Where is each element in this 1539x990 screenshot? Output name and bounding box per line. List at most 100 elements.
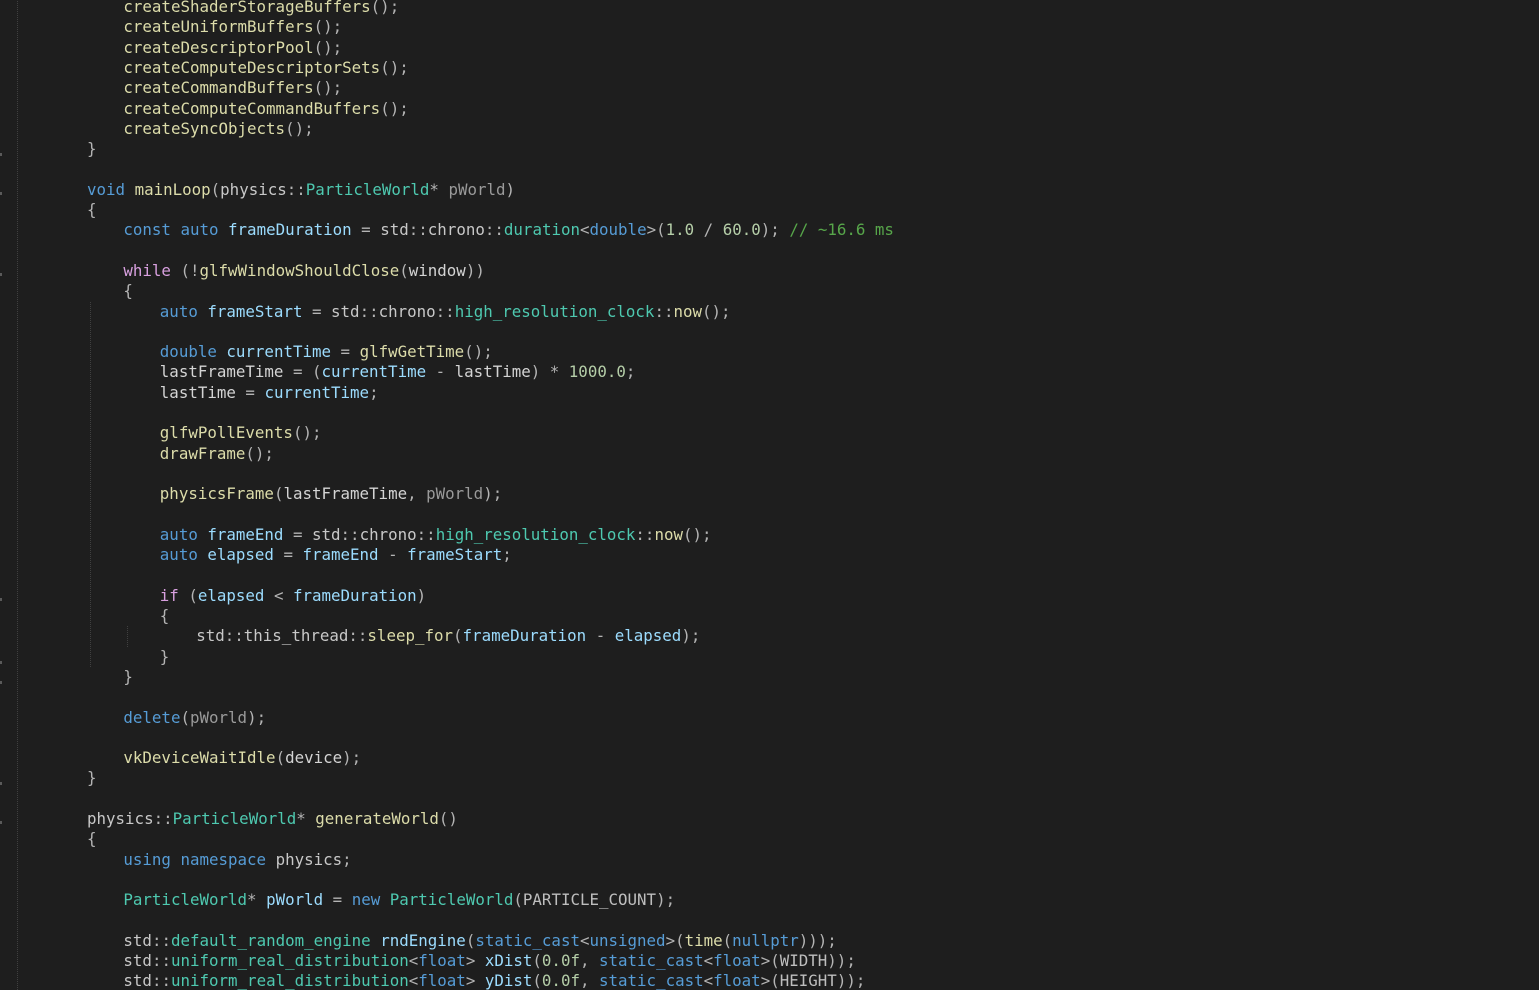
code-line[interactable]: } <box>123 667 133 687</box>
code-line[interactable]: physics::ParticleWorld* generateWorld() <box>87 809 458 829</box>
code-token: - <box>378 545 408 565</box>
code-token: < <box>408 951 419 971</box>
code-token: :: <box>151 971 171 990</box>
code-token: createCommandBuffers <box>123 78 314 98</box>
code-line[interactable]: createComputeCommandBuffers(); <box>123 99 408 119</box>
code-token: (); <box>285 118 314 138</box>
code-line[interactable]: createUniformBuffers(); <box>123 17 342 37</box>
code-token: rndEngine <box>380 930 466 950</box>
code-line[interactable]: if (elapsed < frameDuration) <box>160 586 426 606</box>
code-token: (); <box>313 78 343 98</box>
code-line[interactable]: { <box>87 200 97 220</box>
code-line[interactable]: } <box>87 139 97 159</box>
code-token: uniform_real_distribution <box>170 971 409 990</box>
code-token: ParticleWorld <box>305 179 430 199</box>
code-token: * <box>247 890 267 910</box>
code-token: yDist <box>484 971 533 990</box>
code-token: glfwGetTime <box>359 342 465 362</box>
code-token: - <box>586 626 615 646</box>
code-token: std <box>123 951 152 971</box>
code-token: } <box>87 768 97 788</box>
code-line[interactable]: drawFrame(); <box>160 444 274 464</box>
code-token: this_thread <box>243 626 349 646</box>
code-line[interactable]: createDescriptorPool(); <box>123 38 342 58</box>
code-token: = <box>273 545 303 565</box>
code-line[interactable]: createSyncObjects(); <box>123 119 313 139</box>
code-token: static_cast <box>599 951 704 971</box>
code-token: = <box>283 524 312 544</box>
code-token: lastFrameTime <box>159 362 284 382</box>
code-line[interactable]: double currentTime = glfwGetTime(); <box>160 342 493 362</box>
code-line[interactable]: createCommandBuffers(); <box>123 78 342 98</box>
code-line[interactable]: lastTime = currentTime; <box>160 383 379 403</box>
code-line[interactable]: using namespace physics; <box>123 850 351 870</box>
code-token: createComputeDescriptorSets <box>123 57 381 77</box>
code-line[interactable]: delete(pWorld); <box>123 708 266 728</box>
code-token: >( <box>665 930 685 950</box>
code-line[interactable]: void mainLoop(physics::ParticleWorld* pW… <box>87 180 515 200</box>
code-token: high_resolution_clock <box>435 524 636 544</box>
code-token: , <box>579 951 599 971</box>
code-token: pWorld <box>426 484 484 504</box>
code-token: ) <box>416 585 427 605</box>
code-line[interactable]: vkDeviceWaitIdle(device); <box>123 748 361 768</box>
code-token: >( <box>760 971 780 990</box>
code-line[interactable]: while (!glfwWindowShouldClose(window)) <box>123 261 484 281</box>
code-token: :: <box>484 220 504 240</box>
code-line[interactable]: std::this_thread::sleep_for(frameDuratio… <box>196 626 700 646</box>
code-line[interactable]: auto elapsed = frameEnd - frameStart; <box>160 545 512 565</box>
code-line[interactable]: physicsFrame(lastFrameTime, pWorld); <box>160 484 502 504</box>
code-line[interactable]: glfwPollEvents(); <box>160 423 322 443</box>
code-token: sleep_for <box>367 626 454 646</box>
code-token: frameDuration <box>462 626 587 646</box>
code-token: chrono <box>359 524 417 544</box>
code-token: WIDTH <box>779 951 828 971</box>
code-token: () <box>438 809 458 828</box>
code-token: ( <box>210 179 221 199</box>
code-line[interactable]: { <box>87 829 97 849</box>
code-token: 0.0f <box>541 951 580 971</box>
code-line[interactable]: auto frameStart = std::chrono::high_reso… <box>160 302 731 322</box>
code-line[interactable]: std::default_random_engine rndEngine(sta… <box>123 931 836 951</box>
code-token: ; <box>625 362 636 382</box>
code-line[interactable]: ParticleWorld* pWorld = new ParticleWorl… <box>123 890 675 910</box>
code-token: chrono <box>378 301 436 321</box>
code-line[interactable]: createShaderStorageBuffers(); <box>123 0 399 17</box>
code-line[interactable]: const auto frameDuration = std::chrono::… <box>123 220 894 240</box>
code-token: / <box>694 220 723 240</box>
code-token: (); <box>683 524 712 544</box>
code-token: double <box>589 220 647 240</box>
code-token: high_resolution_clock <box>454 301 655 321</box>
code-token: * <box>429 179 449 199</box>
code-token: ( <box>722 930 733 950</box>
code-line[interactable]: } <box>160 647 170 667</box>
code-token: } <box>159 646 170 666</box>
code-line[interactable]: createComputeDescriptorSets(); <box>123 58 408 78</box>
code-token: unsigned <box>589 930 666 950</box>
code-token: glfwPollEvents <box>159 423 293 443</box>
code-token: ( <box>532 971 542 990</box>
code-line[interactable]: std::uniform_real_distribution<float> xD… <box>123 951 855 971</box>
code-token: new <box>351 890 381 910</box>
code-line[interactable]: auto frameEnd = std::chrono::high_resolu… <box>160 525 712 545</box>
code-token: frameEnd <box>302 545 379 565</box>
code-token: 1000.0 <box>568 362 626 382</box>
code-editor[interactable]: createShaderStorageBuffers(); createUnifo… <box>0 0 1539 990</box>
code-token: :: <box>151 951 171 971</box>
code-token: std <box>196 626 225 646</box>
code-token: createDescriptorPool <box>123 37 314 57</box>
code-line[interactable]: std::uniform_real_distribution<float> yD… <box>123 971 865 990</box>
code-token: generateWorld <box>315 809 439 828</box>
code-line[interactable]: { <box>123 281 133 301</box>
code-token: :: <box>153 809 173 828</box>
code-line[interactable]: } <box>87 768 97 788</box>
code-line[interactable]: { <box>160 606 170 626</box>
code-line[interactable]: lastFrameTime = (currentTime - lastTime)… <box>160 362 636 382</box>
code-token: (); <box>380 98 409 118</box>
code-token: // ~16.6 ms <box>789 220 894 240</box>
code-area[interactable]: createShaderStorageBuffers(); createUnifo… <box>0 0 1539 990</box>
code-token: default_random_engine <box>170 930 371 950</box>
code-token: >( <box>760 951 780 971</box>
